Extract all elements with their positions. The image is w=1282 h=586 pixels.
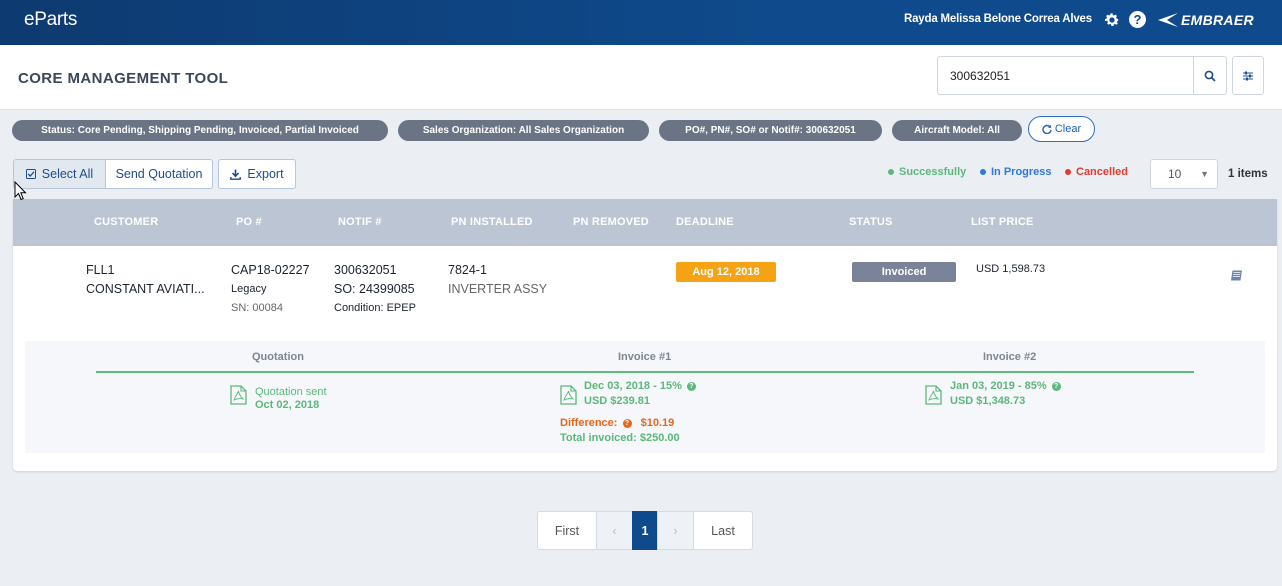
- invoice-2-amount: USD $1,348.73: [950, 395, 1026, 407]
- invoice-1-date-percent: Dec 03, 2018 - 15% ?: [584, 380, 696, 392]
- list-price: USD 1,598.73: [976, 263, 1046, 275]
- clear-label: Clear: [1054, 123, 1082, 135]
- legend-cancelled: Cancelled: [1065, 166, 1128, 178]
- pagination-last[interactable]: Last: [693, 511, 753, 550]
- customer-name: CONSTANT AVIATI...: [86, 282, 205, 296]
- table-header: CUSTOMER PO # NOTIF # PN INSTALLED PN RE…: [13, 199, 1277, 246]
- total-invoiced-value: $250.00: [639, 432, 680, 444]
- embraer-logo: EMBRAER: [1157, 11, 1254, 29]
- invoice-2-date-percent: Jan 03, 2019 - 85% ?: [950, 380, 1061, 392]
- po-number: CAP18-02227: [231, 263, 310, 277]
- select-all-label: Select All: [41, 167, 94, 181]
- download-icon: [230, 169, 242, 180]
- pdf-icon[interactable]: [560, 385, 577, 405]
- pagination-next[interactable]: ›: [657, 511, 694, 550]
- difference-value: $10.19: [640, 417, 675, 429]
- page-size-value: 10: [1168, 167, 1182, 181]
- gear-icon[interactable]: [1103, 11, 1121, 29]
- pagination-first[interactable]: First: [537, 511, 597, 550]
- column-header-pn-installed[interactable]: PN INSTALLED: [451, 216, 533, 228]
- column-header-list-price[interactable]: LIST PRICE: [971, 216, 1034, 228]
- green-dot-icon: [888, 169, 894, 175]
- pdf-icon[interactable]: [925, 385, 942, 405]
- column-header-notif[interactable]: NOTIF #: [338, 216, 382, 228]
- invoice-1-date-text: Dec 03, 2018 - 15%: [584, 380, 682, 392]
- red-dot-icon: [1065, 169, 1071, 175]
- embraer-wing-icon: [1158, 13, 1178, 27]
- quotation-header: Quotation: [252, 351, 304, 363]
- po-type: Legacy: [231, 283, 267, 295]
- blue-dot-icon: [980, 169, 986, 175]
- top-bar: eParts Rayda Melissa Belone Correa Alves…: [0, 0, 1282, 45]
- legend-cancelled-label: Cancelled: [1076, 166, 1128, 178]
- help-icon[interactable]: ?: [1129, 11, 1146, 28]
- legend-successfully: Successfully: [888, 166, 966, 178]
- filter-chip-status[interactable]: Status: Core Pending, Shipping Pending, …: [12, 120, 388, 141]
- export-label: Export: [247, 167, 284, 181]
- pdf-icon[interactable]: [230, 385, 247, 405]
- filter-settings-button[interactable]: [1232, 56, 1264, 95]
- brand-name: EMBRAER: [1181, 12, 1254, 28]
- search-button[interactable]: [1193, 57, 1226, 94]
- legend-in-progress-label: In Progress: [991, 166, 1052, 178]
- invoice-difference: Difference: ? $10.19: [560, 417, 674, 429]
- search-icon: [1204, 70, 1216, 82]
- page-header: CORE MANAGEMENT TOOL: [0, 45, 1282, 110]
- column-header-deadline[interactable]: DEADLINE: [676, 216, 734, 228]
- refresh-icon: [1042, 124, 1052, 134]
- invoice-2-date-text: Jan 03, 2019 - 85%: [950, 380, 1047, 392]
- search-box: [937, 56, 1227, 95]
- invoice-total: Total invoiced: $250.00: [560, 432, 680, 444]
- question-icon[interactable]: ?: [1051, 382, 1061, 391]
- page-size-select[interactable]: 10 ▼: [1150, 159, 1218, 189]
- details-book-icon[interactable]: [1230, 270, 1243, 281]
- customer-code: FLL1: [86, 263, 115, 277]
- quotation-date: Oct 02, 2018: [255, 399, 320, 411]
- page-title: CORE MANAGEMENT TOOL: [18, 70, 229, 87]
- quotation-status: Quotation sent: [255, 386, 327, 398]
- clear-filters-button[interactable]: Clear: [1028, 116, 1095, 142]
- filter-chip-search[interactable]: PO#, PN#, SO# or Notif#: 300632051: [659, 120, 882, 141]
- legend-in-progress: In Progress: [980, 166, 1052, 178]
- column-header-pn-removed[interactable]: PN REMOVED: [573, 216, 649, 228]
- column-header-status[interactable]: STATUS: [849, 216, 893, 228]
- condition: Condition: EPEP: [334, 302, 416, 314]
- results-table: CUSTOMER PO # NOTIF # PN INSTALLED PN RE…: [13, 199, 1277, 471]
- question-icon[interactable]: ?: [622, 419, 632, 428]
- deadline-badge: Aug 12, 2018: [676, 262, 776, 282]
- checkbox-checked-icon: [25, 169, 36, 179]
- notif-number: 300632051: [334, 263, 397, 277]
- so-number: SO: 24399085: [334, 282, 415, 296]
- serial-number: SN: 00084: [231, 302, 283, 314]
- question-icon[interactable]: ?: [686, 382, 696, 391]
- difference-label: Difference:: [560, 417, 618, 429]
- invoice-1-header: Invoice #1: [618, 351, 672, 363]
- filter-chip-aircraft[interactable]: Aircraft Model: All: [892, 120, 1022, 141]
- user-name[interactable]: Rayda Melissa Belone Correa Alves: [904, 13, 1092, 25]
- pagination-page-1[interactable]: 1: [632, 511, 658, 550]
- pn-description: INVERTER ASSY: [448, 282, 548, 296]
- status-badge: Invoiced: [852, 262, 956, 282]
- invoice-1-amount: USD $239.81: [584, 395, 651, 407]
- mouse-cursor-icon: [14, 181, 27, 201]
- pagination-prev[interactable]: ‹: [596, 511, 633, 550]
- send-quotation-button[interactable]: Send Quotation: [105, 159, 213, 189]
- invoice-timeline-panel: Quotation Invoice #1 Invoice #2 Quotatio…: [25, 341, 1265, 453]
- filter-chip-sales-org[interactable]: Sales Organization: All Sales Organizati…: [398, 120, 649, 141]
- column-header-customer[interactable]: CUSTOMER: [94, 216, 158, 228]
- export-button[interactable]: Export: [218, 159, 296, 189]
- app-logo[interactable]: eParts: [24, 9, 77, 31]
- pn-installed: 7824-1: [448, 263, 487, 277]
- search-input[interactable]: [938, 57, 1194, 94]
- invoice-2-header: Invoice #2: [983, 351, 1037, 363]
- sliders-icon: [1243, 71, 1253, 80]
- timeline-line: [96, 371, 1194, 373]
- legend-successfully-label: Successfully: [899, 166, 967, 178]
- items-count: 1 items: [1228, 168, 1268, 180]
- column-header-po[interactable]: PO #: [236, 216, 262, 228]
- total-invoiced-label: Total invoiced:: [560, 432, 637, 444]
- caret-down-icon: ▼: [1200, 169, 1209, 179]
